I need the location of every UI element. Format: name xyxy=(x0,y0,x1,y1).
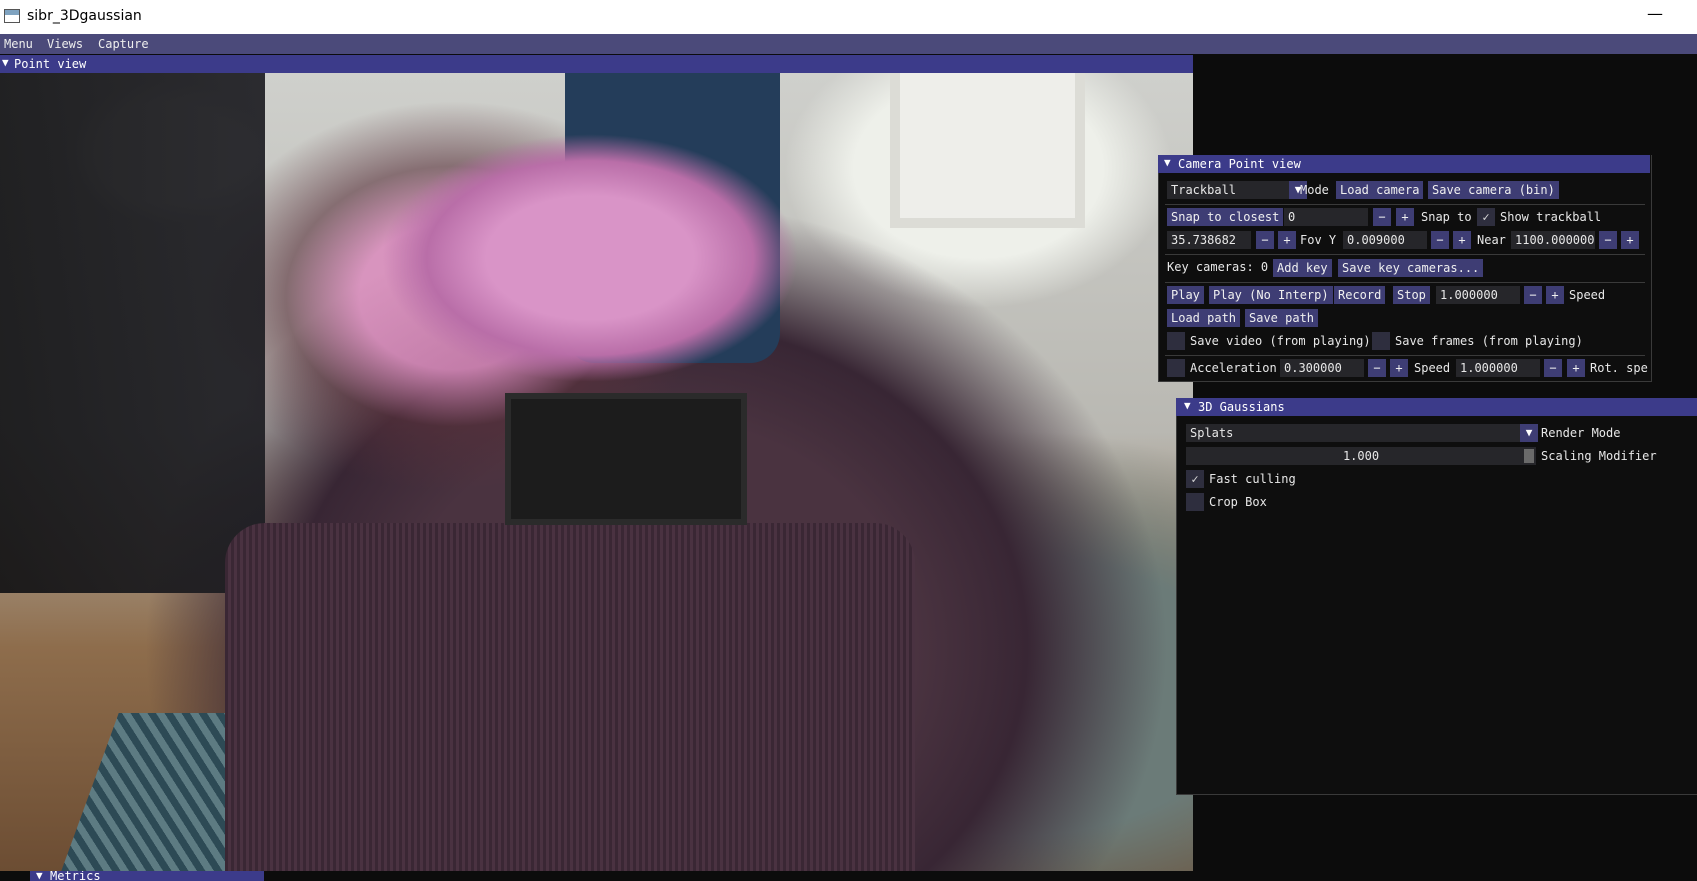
snap-to-closest-button[interactable]: Snap to closest xyxy=(1167,208,1284,226)
render-mode-combo[interactable]: Splats xyxy=(1186,424,1526,442)
camera-panel-title: Camera Point view xyxy=(1178,157,1301,171)
camera-panel: Trackball ▼ Mode Load camera Save camera… xyxy=(1158,155,1652,382)
scene-table xyxy=(225,523,915,871)
scene-bonsai xyxy=(380,133,800,383)
show-trackball-label: Show trackball xyxy=(1500,210,1602,224)
stop-button[interactable]: Stop xyxy=(1393,286,1430,304)
save-frames-label: Save frames (from playing) xyxy=(1395,334,1583,348)
separator xyxy=(1165,355,1645,356)
near-label: Near xyxy=(1477,233,1506,247)
render-mode-label: Render Mode xyxy=(1541,426,1621,440)
scaling-modifier-slider[interactable]: 1.000 xyxy=(1186,447,1536,465)
save-video-label: Save video (from playing) xyxy=(1190,334,1371,348)
play-speed-input[interactable]: 1.000000 xyxy=(1436,286,1520,304)
separator xyxy=(1165,282,1645,283)
play-no-interp-button[interactable]: Play (No Interp) xyxy=(1209,286,1333,304)
collapse-arrow-icon[interactable]: ▼ xyxy=(1184,399,1191,412)
add-key-button[interactable]: Add key xyxy=(1273,259,1332,277)
speed-minus-button[interactable]: − xyxy=(1544,359,1562,377)
save-video-checkbox[interactable] xyxy=(1167,332,1185,350)
far-minus-button[interactable]: − xyxy=(1599,231,1617,249)
separator xyxy=(1165,254,1645,255)
scene-shelf xyxy=(0,73,265,593)
collapse-arrow-icon[interactable]: ▼ xyxy=(36,871,43,881)
snap-to-label: Snap to xyxy=(1421,210,1472,224)
minimize-button[interactable]: — xyxy=(1645,6,1665,26)
save-path-button[interactable]: Save path xyxy=(1245,309,1319,327)
acceleration-checkbox[interactable] xyxy=(1167,359,1185,377)
play-speed-minus-button[interactable]: − xyxy=(1524,286,1542,304)
near-plus-button[interactable]: + xyxy=(1453,231,1471,249)
collapse-arrow-icon[interactable]: ▼ xyxy=(1164,156,1171,169)
speed-label: Speed xyxy=(1414,361,1451,375)
play-speed-label: Speed xyxy=(1569,288,1606,302)
near-minus-button[interactable]: − xyxy=(1431,231,1449,249)
fov-plus-button[interactable]: + xyxy=(1278,231,1296,249)
slider-grab-handle[interactable] xyxy=(1524,449,1534,463)
crop-box-checkbox[interactable] xyxy=(1186,493,1204,511)
acceleration-plus-button[interactable]: + xyxy=(1390,359,1408,377)
near-input[interactable]: 0.009000 xyxy=(1343,231,1427,249)
gaussians-panel: Splats ▼ Render Mode 1.000 Scaling Modif… xyxy=(1176,400,1697,795)
key-cameras-label: Key cameras: 0 xyxy=(1167,260,1269,274)
save-key-cameras-button[interactable]: Save key cameras... xyxy=(1338,259,1484,277)
metrics-panel-title: Metrics xyxy=(50,871,101,881)
scene-pot xyxy=(505,393,747,525)
load-camera-button[interactable]: Load camera xyxy=(1336,181,1424,199)
mode-label: Mode xyxy=(1300,183,1329,197)
fov-input[interactable]: 35.738682 xyxy=(1167,231,1251,249)
menu-item-menu[interactable]: Menu xyxy=(4,37,33,51)
save-camera-button[interactable]: Save camera (bin) xyxy=(1428,181,1559,199)
crop-box-label: Crop Box xyxy=(1209,495,1267,509)
acceleration-minus-button[interactable]: − xyxy=(1368,359,1386,377)
scene-window xyxy=(890,73,1085,228)
snap-minus-button[interactable]: − xyxy=(1373,208,1391,226)
fov-minus-button[interactable]: − xyxy=(1256,231,1274,249)
snap-input[interactable]: 0 xyxy=(1284,208,1368,226)
far-plus-button[interactable]: + xyxy=(1621,231,1639,249)
fast-culling-checkbox[interactable]: ✓ xyxy=(1186,470,1204,488)
acceleration-label: Acceleration xyxy=(1190,361,1277,375)
window-titlebar: sibr_3Dgaussian — xyxy=(0,0,1697,34)
menu-item-capture[interactable]: Capture xyxy=(98,37,149,51)
3d-render-viewport[interactable] xyxy=(0,73,1193,871)
separator xyxy=(1165,204,1645,205)
save-frames-checkbox[interactable] xyxy=(1372,332,1390,350)
gaussians-panel-header[interactable]: ▼ 3D Gaussians xyxy=(1176,398,1697,416)
speed-input[interactable]: 1.000000 xyxy=(1456,359,1540,377)
scaling-modifier-label: Scaling Modifier xyxy=(1541,449,1657,463)
play-speed-plus-button[interactable]: + xyxy=(1546,286,1564,304)
far-input[interactable]: 1100.000000 xyxy=(1511,231,1595,249)
point-view-title: Point view xyxy=(14,57,87,71)
metrics-panel-header[interactable]: ▼ Metrics xyxy=(30,871,264,881)
gaussians-panel-title: 3D Gaussians xyxy=(1198,400,1285,414)
fast-culling-label: Fast culling xyxy=(1209,472,1296,486)
window-title: sibr_3Dgaussian xyxy=(27,8,142,24)
camera-panel-header[interactable]: ▼ Camera Point view xyxy=(1158,155,1650,173)
app-icon xyxy=(4,9,20,23)
menu-item-views[interactable]: Views xyxy=(47,37,83,51)
mode-combo[interactable]: Trackball xyxy=(1167,181,1289,199)
fov-label: Fov Y xyxy=(1300,233,1337,247)
point-view-header[interactable]: ▼ Point view xyxy=(0,55,1193,73)
render-mode-dropdown-arrow-icon[interactable]: ▼ xyxy=(1520,424,1538,442)
snap-plus-button[interactable]: + xyxy=(1396,208,1414,226)
acceleration-input[interactable]: 0.300000 xyxy=(1280,359,1364,377)
load-path-button[interactable]: Load path xyxy=(1167,309,1241,327)
record-button[interactable]: Record xyxy=(1334,286,1386,304)
collapse-arrow-icon[interactable]: ▼ xyxy=(2,56,9,69)
rot-speed-label: Rot. spe xyxy=(1590,361,1648,375)
speed-plus-button[interactable]: + xyxy=(1567,359,1585,377)
play-button[interactable]: Play xyxy=(1167,286,1204,304)
menu-bar: Menu Views Capture xyxy=(0,34,1697,54)
show-trackball-checkbox[interactable]: ✓ xyxy=(1477,208,1495,226)
scaling-modifier-value: 1.000 xyxy=(1342,449,1380,463)
